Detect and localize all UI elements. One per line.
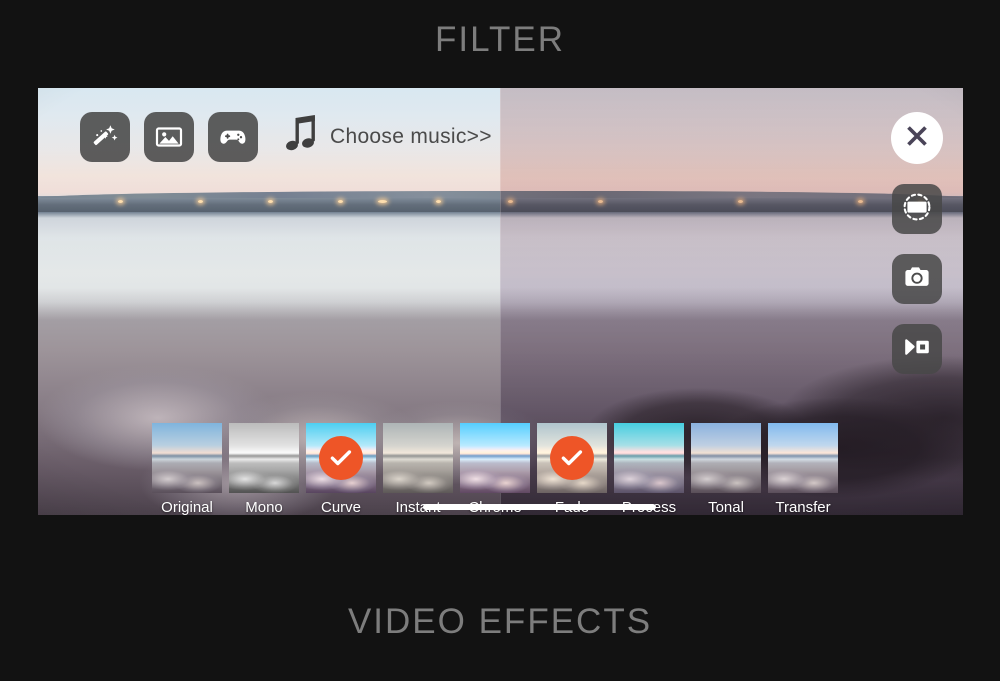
filter-label: Transfer bbox=[775, 499, 831, 515]
top-toolbar: Choose music>> bbox=[80, 112, 492, 162]
close-button[interactable] bbox=[891, 112, 943, 164]
choose-music-label: Choose music>> bbox=[330, 125, 492, 148]
filter-thumbnail-image bbox=[229, 423, 299, 493]
filter-item-fade[interactable]: Fade bbox=[537, 423, 607, 515]
filter-thumbnail[interactable] bbox=[460, 423, 530, 493]
rotate-frame-icon bbox=[901, 191, 933, 228]
filter-label: Mono bbox=[245, 499, 283, 515]
filter-strip[interactable]: Original Mono Curve InstantChromeFadeProces… bbox=[38, 405, 963, 515]
filter-thumbnail-image bbox=[768, 423, 838, 493]
page-footer: VIDEO EFFECTS bbox=[347, 602, 653, 641]
filter-label: Curve bbox=[320, 499, 361, 515]
video-camera-icon bbox=[901, 331, 933, 368]
gamepad-icon bbox=[218, 122, 248, 152]
check-icon bbox=[330, 450, 352, 466]
filter-item-transfer[interactable]: Transfer bbox=[768, 423, 838, 515]
filter-thumbnail[interactable] bbox=[537, 423, 607, 493]
filter-selected-badge bbox=[550, 436, 594, 480]
aspect-ratio-button[interactable] bbox=[892, 184, 942, 234]
filter-item-chrome[interactable]: Chrome bbox=[460, 423, 530, 515]
filter-thumbnail-image bbox=[614, 423, 684, 493]
filter-thumbnail[interactable] bbox=[614, 423, 684, 493]
music-note-icon bbox=[286, 114, 322, 161]
filter-label: Tonal bbox=[708, 499, 744, 515]
magic-wand-button[interactable] bbox=[80, 112, 130, 162]
filter-item-original[interactable]: Original bbox=[152, 423, 222, 515]
video-preview[interactable]: Choose music>> Original Mono Curve Insta… bbox=[38, 88, 963, 515]
filter-thumbnail[interactable] bbox=[768, 423, 838, 493]
photo-icon bbox=[154, 122, 184, 152]
filter-thumbnail[interactable] bbox=[306, 423, 376, 493]
filter-item-process[interactable]: Process bbox=[614, 423, 684, 515]
filter-list: Original Mono Curve InstantChromeFadeProces… bbox=[152, 423, 838, 515]
page-title: FILTER bbox=[435, 20, 565, 59]
camera-icon bbox=[901, 261, 933, 298]
video-capture-button[interactable] bbox=[892, 324, 942, 374]
magic-wand-icon bbox=[91, 123, 119, 151]
photo-button[interactable] bbox=[144, 112, 194, 162]
filter-thumbnail-image bbox=[460, 423, 530, 493]
close-icon bbox=[902, 121, 932, 156]
filter-scrollbar[interactable] bbox=[423, 504, 656, 510]
games-button[interactable] bbox=[208, 112, 258, 162]
photo-capture-button[interactable] bbox=[892, 254, 942, 304]
filter-thumbnail-image bbox=[152, 423, 222, 493]
filter-item-tonal[interactable]: Tonal bbox=[691, 423, 761, 515]
filter-item-instant[interactable]: Instant bbox=[383, 423, 453, 515]
filter-item-curve[interactable]: Curve bbox=[306, 423, 376, 515]
choose-music-button[interactable]: Choose music>> bbox=[286, 114, 492, 161]
filter-thumbnail[interactable] bbox=[691, 423, 761, 493]
filter-thumbnail[interactable] bbox=[152, 423, 222, 493]
filter-thumbnail-image bbox=[383, 423, 453, 493]
filter-thumbnail[interactable] bbox=[229, 423, 299, 493]
right-toolbar bbox=[891, 112, 943, 374]
filter-thumbnail-image bbox=[691, 423, 761, 493]
filter-selected-badge bbox=[319, 436, 363, 480]
filter-item-mono[interactable]: Mono bbox=[229, 423, 299, 515]
filter-label: Original bbox=[161, 499, 213, 515]
filter-thumbnail[interactable] bbox=[383, 423, 453, 493]
check-icon bbox=[561, 450, 583, 466]
